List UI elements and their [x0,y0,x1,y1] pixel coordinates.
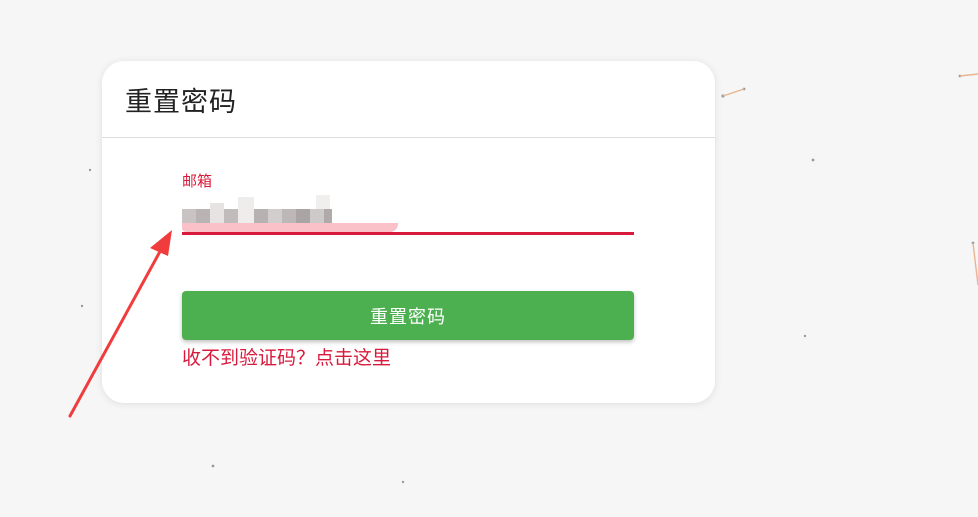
reset-password-button[interactable]: 重置密码 [182,291,634,340]
page: 重置密码 邮箱 重置密码 收不到验证码？点击这里 [0,0,978,517]
reset-password-card: 重置密码 邮箱 重置密码 收不到验证码？点击这里 [102,61,715,403]
resend-code-link[interactable]: 收不到验证码？点击这里 [182,343,391,370]
page-title: 重置密码 [125,86,237,118]
email-label: 邮箱 [182,172,213,190]
email-field[interactable] [182,195,634,235]
card-header: 重置密码 [102,61,715,138]
